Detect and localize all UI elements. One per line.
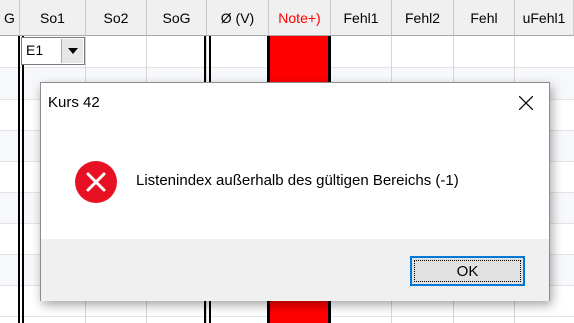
grid-column [0,36,20,323]
close-icon [519,96,533,110]
column-separator [22,36,24,323]
column-header-label: Note+) [278,10,321,26]
column-header-ufehl1[interactable]: uFehl1 [515,0,574,36]
column-header-label: Ø (V) [220,10,255,26]
dialog-body: Listenindex außerhalb des gültigen Berei… [41,123,549,239]
close-button[interactable] [503,83,549,123]
column-header-so1[interactable]: So1 [20,0,86,36]
column-header-label: Fehl1 [343,10,379,26]
column-header-fehl1[interactable]: Fehl1 [331,0,392,36]
dialog-title: Kurs 42 [48,94,100,111]
chevron-down-icon [67,48,78,54]
combobox-value: E1 [26,42,44,58]
column-header-label: Fehl2 [404,10,441,26]
column-header-label: uFehl1 [522,10,566,26]
column-header-label: SoG [162,10,191,26]
error-dialog: Kurs 42 Listenindex außerhalb des gültig… [40,82,550,301]
combobox-dropdown-button[interactable] [61,39,83,63]
column-header-note[interactable]: Note+) [269,0,331,36]
column-header-fehl[interactable]: Fehl [454,0,515,36]
column-header-label: So1 [40,10,65,26]
error-message: Listenindex außerhalb des gültigen Berei… [136,172,459,189]
dialog-titlebar[interactable]: Kurs 42 [41,83,549,123]
column-header-label: So2 [103,10,129,26]
column-header-label: G [4,10,15,26]
ok-button[interactable]: OK [410,256,525,286]
dialog-footer: OK [41,239,549,301]
column-separator [18,36,20,323]
cell-combobox[interactable]: E1 [21,37,85,65]
column-header-average[interactable]: Ø (V) [207,0,269,36]
column-header-so2[interactable]: So2 [86,0,147,36]
ok-button-label: OK [456,262,479,280]
error-icon [75,161,117,203]
column-header-fehl2[interactable]: Fehl2 [392,0,454,36]
column-header-fragment[interactable]: G [0,0,20,36]
column-header-sog[interactable]: SoG [147,0,207,36]
column-header-label: Fehl [470,10,498,26]
